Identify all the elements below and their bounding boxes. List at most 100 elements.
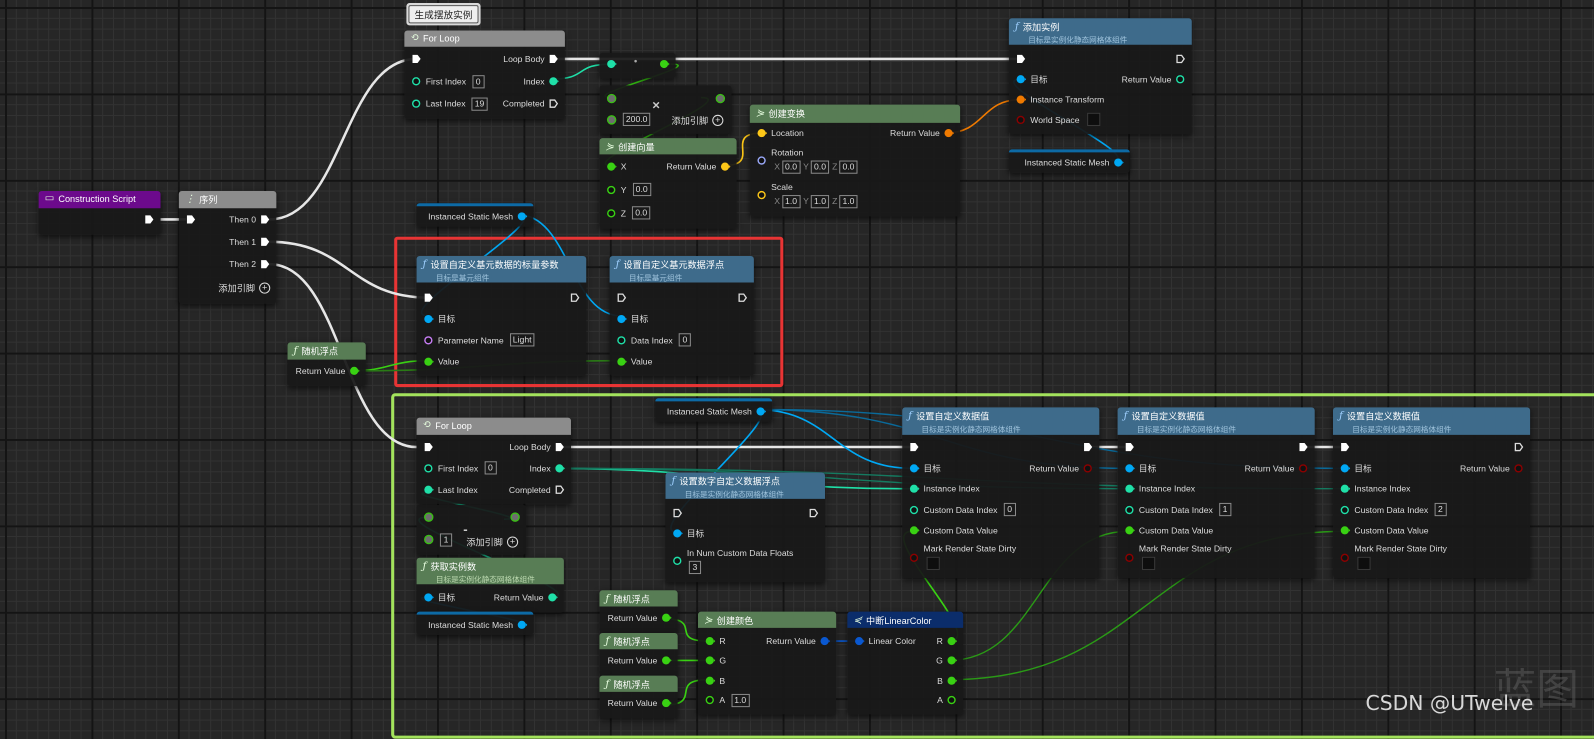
object-pin[interactable] xyxy=(909,463,920,473)
int-pin[interactable] xyxy=(1125,484,1135,494)
float-pin[interactable] xyxy=(947,695,957,705)
exec-pin[interactable] xyxy=(1176,54,1186,64)
vector-pin[interactable] xyxy=(720,161,731,171)
bool-pin[interactable] xyxy=(1016,115,1026,125)
node-sequence[interactable]: ⋮ 序列 Then 0 Then 1 Then 2 添加引脚 + xyxy=(178,191,277,304)
blueprint-graph-canvas[interactable]: 生成摆放实例 蓝图 CSDN @UTwelve ⟲ For Loop Loop Bo… xyxy=(0,0,1594,739)
exec-pin[interactable] xyxy=(411,54,421,64)
float-pin[interactable] xyxy=(1125,526,1135,536)
wildcard-pin[interactable] xyxy=(424,512,434,522)
int-pin[interactable] xyxy=(411,76,421,86)
node-header[interactable]: ƒ 设置自定义数据值 目标是实例化静态网格体组件 xyxy=(1332,407,1531,435)
value-field[interactable]: 1 xyxy=(439,532,453,547)
float-pin[interactable] xyxy=(705,656,716,666)
exec-pin[interactable] xyxy=(260,259,270,269)
int-pin[interactable] xyxy=(548,592,558,602)
vector-component-field[interactable]: 0.0 xyxy=(839,160,858,174)
node-header[interactable]: ƒ 设置自定义基元数据的标量参数 目标是基元组件 xyxy=(416,256,587,283)
exec-pin[interactable] xyxy=(738,292,748,302)
exec-pin[interactable] xyxy=(144,214,154,224)
comment-bubble[interactable]: 生成摆放实例 xyxy=(406,3,481,26)
node-header[interactable]: ⋮ 序列 xyxy=(178,191,277,209)
float-pin[interactable] xyxy=(607,184,617,194)
exec-pin[interactable] xyxy=(1340,442,1350,452)
node-forloop-top[interactable]: ⟲ For Loop Loop Body First Index 0 Index Last … xyxy=(404,30,565,119)
exec-pin[interactable] xyxy=(1298,442,1308,452)
exec-pin[interactable] xyxy=(909,442,919,452)
exec-pin[interactable] xyxy=(549,54,559,64)
value-field[interactable]: 200.0 xyxy=(622,112,651,126)
value-field[interactable]: 0 xyxy=(1003,503,1016,517)
transform-pin[interactable] xyxy=(944,128,955,138)
checkbox[interactable] xyxy=(1141,556,1156,570)
value-field[interactable]: Light xyxy=(509,333,535,347)
node-forloop-bottom[interactable]: ⟲ For Loop Loop Body First Index 0 Index Last … xyxy=(416,417,571,504)
float-pin[interactable] xyxy=(947,675,958,685)
vector-component-field[interactable]: 1.0 xyxy=(781,195,801,209)
struct-pin[interactable] xyxy=(820,636,831,646)
value-field[interactable]: 0.0 xyxy=(632,206,651,220)
node-random-c[interactable]: ƒ 随机浮点 Return Value xyxy=(599,632,678,676)
value-field[interactable]: 0 xyxy=(678,333,692,347)
node-get-count[interactable]: ƒ 获取实例数 目标是实例化静态网格体组件 目标 Return Value xyxy=(416,557,564,613)
wildcard-pin[interactable] xyxy=(424,534,434,545)
float-pin[interactable] xyxy=(617,356,627,366)
node-set-float[interactable]: ƒ 设置自定义基元数据浮点 目标是基元组件 目标 Data Index 0 Value xyxy=(609,256,754,376)
exec-pin[interactable] xyxy=(809,508,819,518)
wildcard-pin[interactable] xyxy=(606,114,617,125)
node-header[interactable]: ⟲ For Loop xyxy=(404,30,565,47)
bool-pin[interactable] xyxy=(1514,463,1524,473)
int-pin[interactable] xyxy=(1125,505,1135,515)
vector-component-field[interactable]: 0.0 xyxy=(781,160,801,174)
node-set-cdv-0[interactable]: ƒ 设置自定义数据值 目标是实例化静态网格体组件 目标 Return Value Inst… xyxy=(902,407,1100,578)
exec-pin[interactable] xyxy=(1016,54,1026,64)
node-header[interactable]: ⋟ 创建颜色 xyxy=(697,611,837,628)
vector-component-field[interactable]: 0.0 xyxy=(810,160,830,174)
int-pin[interactable] xyxy=(673,556,683,566)
node-header[interactable]: ƒ 随机浮点 xyxy=(599,675,678,692)
exec-pin[interactable] xyxy=(555,441,565,451)
exec-pin[interactable] xyxy=(549,99,559,109)
int-pin[interactable] xyxy=(555,463,565,473)
value-field[interactable]: 1.0 xyxy=(731,693,750,707)
exec-pin[interactable] xyxy=(1125,442,1135,452)
object-pin[interactable] xyxy=(673,528,683,538)
object-pin[interactable] xyxy=(424,313,434,323)
node-header[interactable]: ƒ 随机浮点 xyxy=(599,632,678,650)
object-pin[interactable] xyxy=(517,620,528,630)
node-make-transform[interactable]: ⋟ 创建变换 Location Return Value Rotation X 0.0 Y 0.… xyxy=(749,104,961,217)
node-make-vector[interactable]: ⋟ 创建向量 X Return Value Y 0.0 Z 0.0 xyxy=(599,138,737,229)
float-pin[interactable] xyxy=(705,695,715,705)
node-ism-c[interactable]: Instanced Static Mesh xyxy=(655,398,773,422)
vector-component-field[interactable]: 1.0 xyxy=(839,195,858,209)
object-pin[interactable] xyxy=(617,313,627,323)
node-set-num-floats[interactable]: ƒ 设置数字自定义数据浮点 目标是实例化静态网格体组件 目标 In Num Custom… xyxy=(665,472,825,583)
node-make-color[interactable]: ⋟ 创建颜色 R Return Value G B A 1.0 xyxy=(697,611,837,715)
exec-pin[interactable] xyxy=(260,237,270,247)
object-pin[interactable] xyxy=(517,211,528,221)
object-pin[interactable] xyxy=(1114,157,1124,167)
exec-pin[interactable] xyxy=(555,484,565,494)
int-pin[interactable] xyxy=(549,76,559,86)
bool-pin[interactable] xyxy=(909,552,919,562)
rotator-pin[interactable] xyxy=(757,155,767,165)
name-pin[interactable] xyxy=(424,335,434,345)
wildcard-pin[interactable] xyxy=(715,93,726,103)
node-ism-a[interactable]: Instanced Static Mesh xyxy=(1008,149,1130,173)
exec-pin[interactable] xyxy=(424,441,434,451)
int-pin[interactable] xyxy=(1176,74,1186,84)
int-pin[interactable] xyxy=(617,335,627,345)
int-pin[interactable] xyxy=(411,99,421,109)
node-add-instance[interactable]: ƒ 添加实例 目标是实例化静态网格体组件 目标 Return Value Instance… xyxy=(1008,18,1192,135)
node-subtract[interactable]: 添加引脚 +1- xyxy=(416,504,527,555)
add-pin-button[interactable]: 添加引脚 + xyxy=(672,114,724,127)
int-pin[interactable] xyxy=(424,463,434,473)
exec-pin[interactable] xyxy=(424,292,434,302)
node-header[interactable]: ƒ 设置自定义数据值 目标是实例化静态网格体组件 xyxy=(1117,407,1315,435)
vector-component-field[interactable]: 1.0 xyxy=(810,195,830,209)
node-random-a[interactable]: ƒ 随机浮点 Return Value xyxy=(287,342,366,387)
object-pin[interactable] xyxy=(424,592,434,602)
float-pin[interactable] xyxy=(661,698,672,708)
float-pin[interactable] xyxy=(607,208,617,218)
value-field[interactable]: 2 xyxy=(1434,503,1447,517)
